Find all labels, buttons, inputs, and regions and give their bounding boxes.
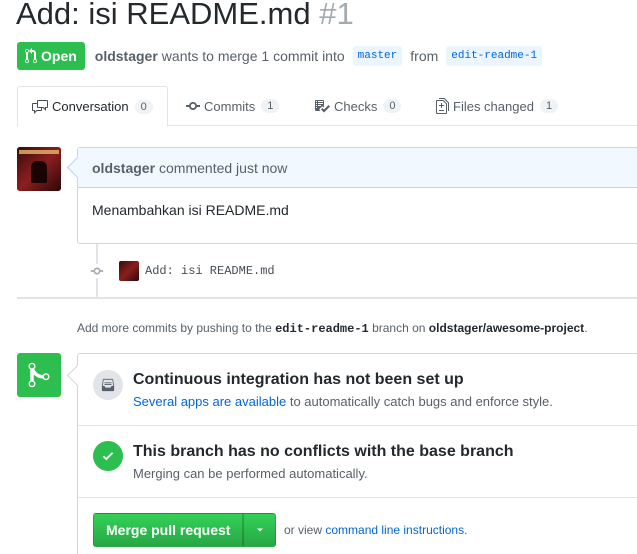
commit-avatar[interactable] — [119, 261, 139, 281]
hint-suffix: . — [584, 321, 588, 335]
comment-author[interactable]: oldstager — [92, 160, 155, 176]
pr-title-text: Add: isi README.md — [16, 0, 311, 31]
check-icon — [93, 441, 123, 471]
comment-discussion-icon — [32, 99, 48, 114]
tab-commits-label: Commits — [204, 98, 256, 114]
merge-alt-text: or view command line instructions. — [284, 523, 467, 537]
commit-item: Add: isi README.md — [90, 261, 275, 281]
git-commit-icon — [186, 102, 200, 110]
conflict-subtitle: Merging can be performed automatically. — [133, 466, 368, 481]
tab-checks-count: 0 — [383, 99, 402, 113]
comment-body: Menambahkan isi README.md — [92, 202, 289, 218]
status-badge: Open — [17, 41, 85, 70]
timeline-divider — [17, 297, 637, 299]
ci-section: Continuous integration has not been set … — [78, 354, 637, 426]
status-label: Open — [41, 47, 77, 64]
push-hint: Add more commits by pushing to the edit-… — [77, 321, 588, 336]
hint-middle: branch on — [372, 321, 426, 335]
hint-prefix: Add more commits by pushing to the — [77, 321, 272, 335]
tab-checks[interactable]: Checks 0 — [314, 86, 402, 126]
conflict-title: This branch has no conflicts with the ba… — [133, 443, 514, 460]
tab-checks-label: Checks — [334, 98, 378, 114]
commit-message[interactable]: Add: isi README.md — [145, 264, 275, 278]
pr-number: #1 — [319, 0, 354, 31]
tab-files-changed-label: Files changed — [453, 98, 534, 114]
head-branch[interactable]: edit-readme-1 — [446, 45, 543, 66]
tab-commits-count: 1 — [261, 99, 280, 113]
avatar[interactable] — [17, 147, 61, 191]
comment-header: oldstager commented just now — [78, 148, 637, 188]
comment-timestamp: commented just now — [159, 159, 288, 176]
comment-box: oldstager commented just now Menambahkan… — [77, 147, 637, 244]
pull-request-icon — [25, 47, 37, 63]
tab-files-changed[interactable]: Files changed 1 — [436, 86, 559, 126]
checklist-icon — [315, 100, 330, 113]
ci-apps-link[interactable]: Several apps are available — [133, 394, 286, 409]
conflict-section: This branch has no conflicts with the ba… — [78, 426, 637, 498]
git-merge-icon — [17, 353, 61, 397]
pr-tabs: Conversation 0 Commits 1 Checks 0 Files … — [17, 86, 637, 127]
merge-action-section: Merge pull request or view command line … — [78, 498, 637, 554]
merge-box: Continuous integration has not been set … — [77, 353, 637, 554]
ci-subtitle: Several apps are available to automatica… — [133, 394, 553, 409]
tab-conversation[interactable]: Conversation 0 — [17, 86, 168, 127]
merge-description: wants to merge 1 commit into — [161, 47, 345, 64]
merge-alt-suffix: . — [464, 523, 468, 537]
ci-title: Continuous integration has not been set … — [133, 371, 464, 388]
tab-conversation-count: 0 — [134, 99, 153, 114]
file-diff-icon — [436, 98, 449, 114]
ci-subtitle-rest: to automatically catch bugs and enforce … — [289, 394, 553, 409]
hint-branch: edit-readme-1 — [275, 322, 369, 336]
base-branch[interactable]: master — [352, 45, 403, 66]
author-link[interactable]: oldstager — [95, 48, 158, 64]
merge-alt-prefix: or view — [284, 523, 323, 537]
tab-commits[interactable]: Commits 1 — [186, 86, 280, 126]
tab-conversation-label: Conversation — [52, 99, 129, 114]
tab-files-changed-count: 1 — [539, 99, 559, 113]
git-commit-icon — [90, 264, 104, 278]
from-label: from — [410, 47, 439, 64]
triangle-down-icon — [256, 528, 263, 532]
merge-button-group: Merge pull request — [93, 513, 277, 547]
hint-repo[interactable]: oldstager/awesome-project — [429, 321, 584, 335]
merge-options-dropdown[interactable] — [243, 513, 277, 547]
pr-title: Add: isi README.md #1 — [16, 0, 354, 32]
pr-meta: Open oldstager wants to merge 1 commit i… — [17, 41, 546, 70]
command-line-instructions-link[interactable]: command line instructions — [325, 523, 464, 537]
inbox-icon — [93, 370, 123, 400]
merge-pull-request-button[interactable]: Merge pull request — [93, 513, 244, 547]
